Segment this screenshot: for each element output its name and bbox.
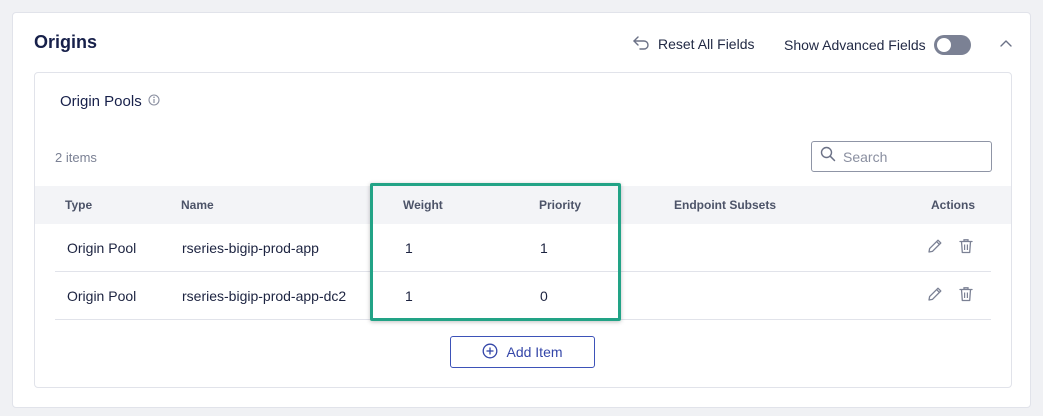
origins-card: Origins Reset All Fields Show Advanced F… xyxy=(12,12,1031,408)
row-priority: 0 xyxy=(540,288,548,304)
table-row[interactable]: Origin Pool rseries-bigip-prod-app-dc2 1… xyxy=(55,272,991,320)
origin-pools-section: Origin Pools 2 items Type Name xyxy=(34,72,1012,388)
column-header-priority[interactable]: Priority xyxy=(539,186,581,224)
section-title: Origin Pools xyxy=(60,93,160,110)
column-header-weight[interactable]: Weight xyxy=(403,186,443,224)
item-count: 2 items xyxy=(55,150,97,165)
plus-circle-icon xyxy=(482,343,498,362)
row-type: Origin Pool xyxy=(67,240,137,256)
edit-button[interactable] xyxy=(925,238,945,258)
edit-button[interactable] xyxy=(925,286,945,306)
info-icon[interactable] xyxy=(148,93,160,110)
trash-icon xyxy=(957,237,975,260)
delete-button[interactable] xyxy=(956,238,976,258)
toggle-knob xyxy=(936,38,951,52)
row-weight: 1 xyxy=(405,288,413,304)
table-row[interactable]: Origin Pool rseries-bigip-prod-app 1 1 xyxy=(55,224,991,272)
advanced-fields-control: Show Advanced Fields xyxy=(784,35,971,55)
search-icon xyxy=(820,146,836,167)
row-priority: 1 xyxy=(540,240,548,256)
pencil-icon xyxy=(926,237,944,260)
reset-label: Reset All Fields xyxy=(658,36,755,52)
undo-arrow-icon xyxy=(632,35,650,54)
row-name: rseries-bigip-prod-app xyxy=(182,240,319,256)
column-header-type[interactable]: Type xyxy=(65,186,92,224)
collapse-button[interactable] xyxy=(997,35,1015,53)
delete-button[interactable] xyxy=(956,286,976,306)
advanced-fields-toggle[interactable] xyxy=(933,35,971,55)
chevron-up-icon xyxy=(999,35,1013,53)
trash-icon xyxy=(957,285,975,308)
column-header-name[interactable]: Name xyxy=(181,186,214,224)
search-box[interactable] xyxy=(811,141,992,172)
card-title: Origins xyxy=(34,32,98,52)
table-header: Type Name Weight Priority Endpoint Subse… xyxy=(35,186,1011,224)
origin-pools-title: Origin Pools xyxy=(60,93,142,110)
add-item-label: Add Item xyxy=(506,344,563,360)
row-name: rseries-bigip-prod-app-dc2 xyxy=(182,288,347,304)
row-type: Origin Pool xyxy=(67,288,137,304)
row-weight: 1 xyxy=(405,240,413,256)
advanced-fields-label: Show Advanced Fields xyxy=(784,37,926,53)
search-input[interactable] xyxy=(843,148,983,165)
pencil-icon xyxy=(926,285,944,308)
column-header-endpoint-subsets[interactable]: Endpoint Subsets xyxy=(674,186,776,224)
reset-all-fields-button[interactable]: Reset All Fields xyxy=(632,34,754,54)
column-header-actions: Actions xyxy=(931,198,976,212)
add-item-button[interactable]: Add Item xyxy=(450,336,595,368)
